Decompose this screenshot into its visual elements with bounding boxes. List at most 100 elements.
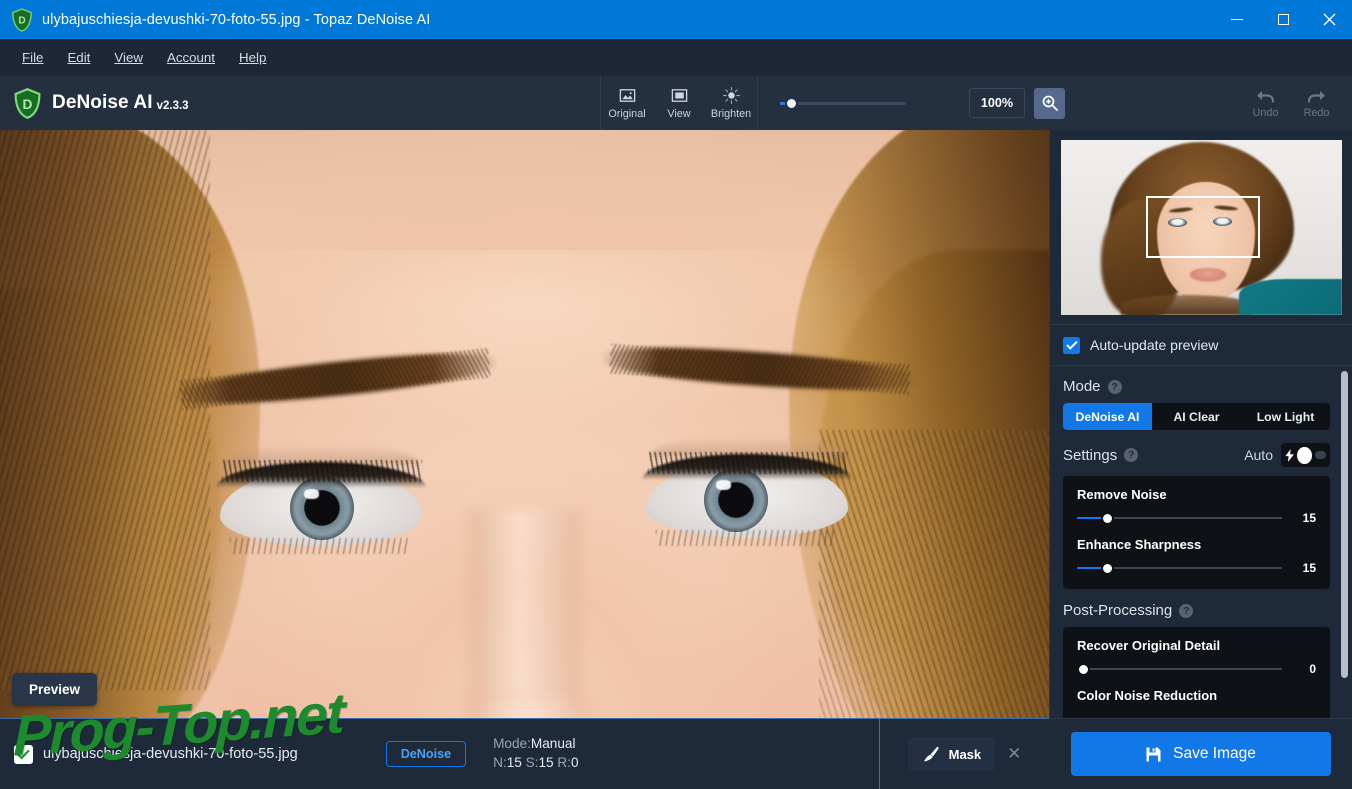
mode-title: Mode bbox=[1063, 378, 1101, 395]
auto-update-row[interactable]: Auto-update preview bbox=[1050, 324, 1352, 366]
post-processing-card: Recover Original Detail 0 Color Noise Re… bbox=[1063, 627, 1330, 726]
right-panel: Auto-update preview Mode ? DeNoise AI AI… bbox=[1049, 130, 1352, 726]
mode-button-group: DeNoise AI AI Clear Low Light bbox=[1063, 403, 1330, 430]
menu-item-help[interactable]: Help bbox=[227, 45, 278, 70]
enhance-sharpness-value: 15 bbox=[1302, 561, 1316, 575]
preview-button[interactable]: Preview bbox=[12, 673, 98, 706]
original-button[interactable]: Original bbox=[601, 76, 653, 130]
auto-toggle-bar bbox=[1314, 451, 1326, 459]
enhance-sharpness-label: Enhance Sharpness bbox=[1077, 537, 1202, 552]
remove-noise-value: 15 bbox=[1302, 511, 1316, 525]
recover-original-detail-value: 0 bbox=[1309, 662, 1316, 676]
recover-original-detail-label: Recover Original Detail bbox=[1077, 638, 1221, 653]
lightning-bolt-icon bbox=[1285, 448, 1294, 462]
navigator[interactable] bbox=[1050, 130, 1352, 324]
close-button[interactable] bbox=[1306, 0, 1352, 39]
denoise-logo-icon: D bbox=[14, 87, 41, 119]
redo-button[interactable]: Redo bbox=[1291, 76, 1342, 130]
maximize-button[interactable] bbox=[1260, 0, 1306, 39]
zoom-in-button[interactable] bbox=[1034, 87, 1065, 119]
settings-title: Settings bbox=[1063, 446, 1118, 464]
menu-account-label: Account bbox=[166, 50, 215, 65]
mask-label: Mask bbox=[948, 746, 982, 762]
param-s-label: S: bbox=[525, 755, 539, 770]
param-r-label: R: bbox=[557, 755, 571, 770]
view-label: View bbox=[667, 108, 691, 120]
photo-preview bbox=[0, 130, 1049, 718]
post-processing-help-icon[interactable]: ? bbox=[1179, 603, 1194, 618]
save-image-button[interactable]: Save Image bbox=[1070, 732, 1331, 776]
title-bar: D ulybajuschiesja-devushki-70-foto-55.jp… bbox=[0, 0, 1352, 39]
toolbar: D DeNoise AI v2.3.3 Original View Bright… bbox=[0, 76, 1352, 130]
menu-help-label: Help bbox=[239, 50, 267, 65]
auto-update-checkbox[interactable] bbox=[1063, 336, 1080, 354]
zoom-level-field[interactable]: 100% bbox=[969, 88, 1025, 118]
param-n-label: N: bbox=[493, 755, 507, 770]
mode-button-ai-clear[interactable]: AI Clear bbox=[1152, 403, 1241, 430]
app-version: v2.3.3 bbox=[156, 100, 189, 112]
process-meta: Mode:Manual N:15 S:15 R:0 bbox=[493, 735, 578, 773]
mask-button[interactable]: Mask bbox=[907, 737, 996, 771]
checkmark-icon bbox=[17, 749, 30, 760]
remove-noise-slider[interactable] bbox=[1077, 511, 1282, 525]
menu-view-label: View bbox=[114, 50, 143, 65]
menu-bar: File Edit View Account Help bbox=[0, 39, 1352, 76]
menu-file-label: File bbox=[22, 50, 44, 65]
square-view-icon bbox=[671, 89, 687, 102]
zoom-slider[interactable] bbox=[780, 96, 906, 110]
menu-item-file[interactable]: File bbox=[10, 45, 55, 70]
redo-arrow-icon bbox=[1307, 90, 1325, 103]
menu-edit-label: Edit bbox=[67, 50, 91, 65]
save-image-label: Save Image bbox=[1173, 745, 1256, 762]
app-name: DeNoise AI bbox=[52, 92, 153, 113]
auto-toggle[interactable] bbox=[1281, 443, 1330, 467]
image-canvas[interactable]: Preview bbox=[0, 130, 1049, 718]
minimize-button[interactable] bbox=[1214, 0, 1260, 39]
post-processing-title: Post-Processing bbox=[1063, 602, 1173, 619]
svg-text:D: D bbox=[23, 96, 33, 111]
close-icon bbox=[1323, 13, 1335, 26]
menu-item-view[interactable]: View bbox=[102, 45, 155, 70]
mode-help-icon[interactable]: ? bbox=[1107, 379, 1122, 394]
settings-help-icon[interactable]: ? bbox=[1124, 448, 1139, 462]
auto-update-label: Auto-update preview bbox=[1090, 337, 1219, 353]
slider-remove-noise: Remove Noise 15 bbox=[1077, 487, 1316, 525]
post-processing-section-header: Post-Processing ? bbox=[1063, 602, 1330, 619]
navigator-thumbnail[interactable] bbox=[1061, 140, 1342, 315]
slider-enhance-sharpness: Enhance Sharpness 15 bbox=[1077, 537, 1316, 575]
settings-scrollbar[interactable] bbox=[1341, 371, 1348, 678]
menu-item-edit[interactable]: Edit bbox=[55, 45, 102, 70]
param-r-value: 0 bbox=[570, 755, 579, 770]
slider-color-noise-reduction: Color Noise Reduction bbox=[1077, 688, 1316, 703]
mode-section-header: Mode ? bbox=[1063, 378, 1330, 395]
recover-original-detail-slider[interactable] bbox=[1076, 662, 1282, 676]
menu-item-account[interactable]: Account bbox=[155, 45, 227, 70]
param-s-value: 15 bbox=[538, 755, 554, 770]
undo-button[interactable]: Undo bbox=[1240, 76, 1291, 130]
file-checkbox[interactable] bbox=[14, 744, 33, 764]
bottom-filename: ulybajuschiesja-devushki-70-foto-55.jpg bbox=[43, 746, 298, 762]
bottom-bar: ulybajuschiesja-devushki-70-foto-55.jpg … bbox=[0, 718, 1049, 789]
save-zone: Save Image bbox=[1049, 718, 1352, 789]
param-n-value: 15 bbox=[506, 755, 522, 770]
image-icon bbox=[619, 89, 635, 102]
denoise-button[interactable]: DeNoise bbox=[385, 741, 467, 767]
settings-card: Remove Noise 15 Enhance Sharpness 15 bbox=[1063, 476, 1330, 589]
mode-button-denoise-ai[interactable]: DeNoise AI bbox=[1063, 403, 1152, 430]
navigator-viewport-rect[interactable] bbox=[1146, 196, 1260, 258]
enhance-sharpness-slider[interactable] bbox=[1077, 561, 1282, 575]
checkmark-icon bbox=[1065, 340, 1078, 350]
settings-section-header: Settings ? Auto bbox=[1063, 443, 1330, 467]
auto-toggle-knob bbox=[1297, 446, 1312, 464]
close-x-icon[interactable]: ✕ bbox=[1007, 744, 1021, 764]
redo-label: Redo bbox=[1303, 106, 1330, 119]
zoom-slider-knob[interactable] bbox=[784, 96, 798, 110]
view-button[interactable]: View bbox=[653, 76, 705, 130]
view-tools: Original View Brighten bbox=[601, 76, 757, 130]
magnifier-plus-icon bbox=[1042, 95, 1058, 111]
mode-button-low-light[interactable]: Low Light bbox=[1241, 403, 1330, 430]
topaz-shield-icon: D bbox=[12, 7, 32, 32]
svg-text:D: D bbox=[18, 15, 25, 26]
brighten-button[interactable]: Brighten bbox=[705, 76, 757, 130]
slider-recover-original-detail: Recover Original Detail 0 bbox=[1076, 638, 1316, 676]
